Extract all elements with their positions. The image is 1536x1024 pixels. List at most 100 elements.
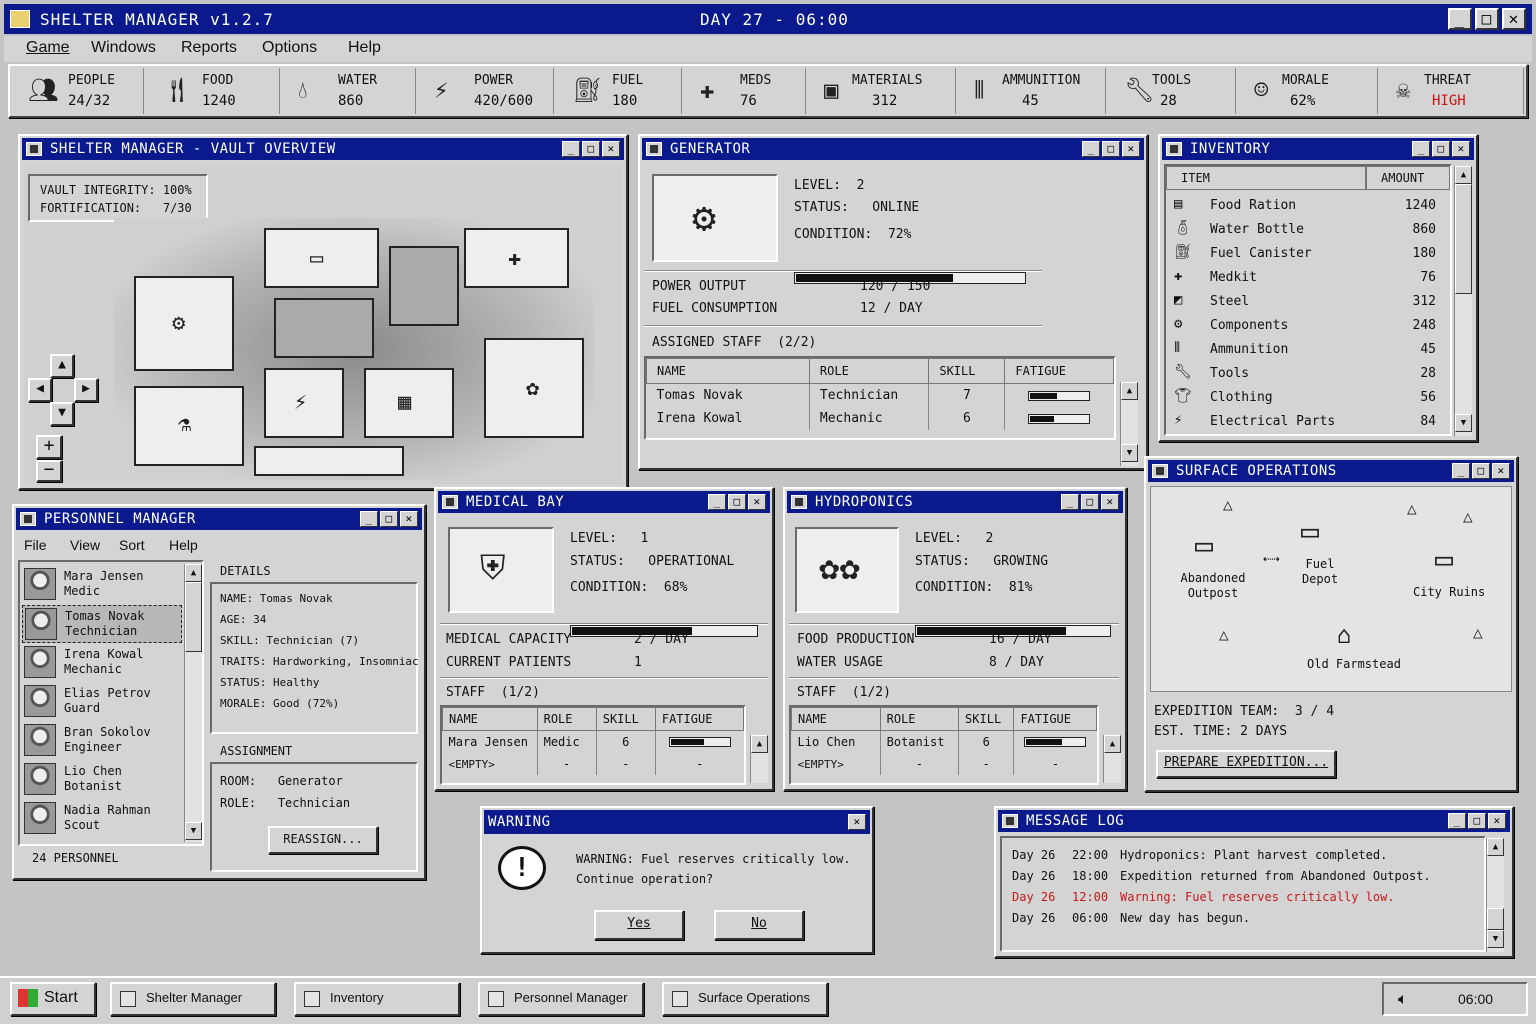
room-lab[interactable]: ⚗ — [134, 386, 244, 466]
yes-button[interactable]: Yes — [594, 910, 684, 940]
inventory-col-amount[interactable]: AMOUNT — [1366, 166, 1450, 190]
personnel-menu-view[interactable]: View — [70, 537, 100, 553]
vault-map[interactable]: ▭ ✚ ⚙ ⚡ ▦ ✿ ⚗ — [114, 218, 594, 480]
inventory-close-button[interactable]: ✕ — [1452, 141, 1470, 157]
personnel-menu-help[interactable]: Help — [169, 537, 198, 553]
personnel-list-item[interactable]: Lio Chen Botanist — [22, 761, 182, 799]
resource-materials[interactable]: ▣ MATERIALS 312 — [808, 68, 956, 114]
column-header[interactable]: FATIGUE — [654, 707, 745, 731]
location-abandoned-outpost[interactable]: Abandoned Outpost — [1157, 571, 1269, 601]
taskbar-item-surface-operations[interactable]: Surface Operations — [662, 982, 828, 1016]
room-storage[interactable] — [389, 246, 459, 326]
pan-left-button[interactable]: ◀ — [28, 378, 52, 402]
list-item[interactable]: 🧴︎ Water Bottle 860 — [1166, 218, 1450, 242]
table-row[interactable]: Irena Kowal Mechanic 6 — [646, 407, 1114, 430]
resource-tools[interactable]: 🔧︎ TOOLS 28 — [1108, 68, 1236, 114]
location-old-farmstead[interactable]: Old Farmstead — [1307, 657, 1401, 671]
room-supply[interactable]: ▦ — [364, 368, 454, 438]
room-infirmary[interactable]: ✚ — [464, 228, 569, 288]
column-header[interactable]: ROLE — [808, 358, 930, 384]
location-city-ruins[interactable]: City Ruins — [1413, 585, 1485, 599]
list-item[interactable]: ⛽︎ Fuel Canister 180 — [1166, 242, 1450, 266]
personnel-list-item[interactable]: Nadia Rahman Scout — [22, 800, 182, 838]
personnel-list-item[interactable]: Elias Petrov Guard — [22, 683, 182, 721]
inventory-maximize-button[interactable]: □ — [1432, 141, 1450, 157]
personnel-list-item[interactable]: Mara Jensen Medic — [22, 566, 182, 604]
generator-close-button[interactable]: ✕ — [1122, 141, 1140, 157]
personnel-maximize-button[interactable]: □ — [380, 511, 398, 527]
speaker-icon[interactable]: 🔈︎ — [1398, 989, 1408, 1009]
scroll-up-icon[interactable]: ▲ — [1487, 838, 1504, 856]
log-scrollbar[interactable]: ▲ ▼ — [1486, 838, 1504, 952]
column-header[interactable]: NAME — [646, 358, 810, 384]
zoom-in-button[interactable]: + — [36, 435, 62, 459]
prepare-expedition-button[interactable]: PREPARE EXPEDITION... — [1156, 750, 1336, 778]
list-item[interactable]: ⚡︎ Electrical Parts 84 — [1166, 410, 1450, 434]
taskbar-item-inventory[interactable]: Inventory — [294, 982, 460, 1016]
scroll-thumb[interactable] — [1455, 184, 1472, 294]
personnel-menu-file[interactable]: File — [24, 537, 47, 553]
generator-maximize-button[interactable]: □ — [1102, 141, 1120, 157]
inventory-col-item[interactable]: ITEM — [1166, 166, 1366, 190]
room-workshop[interactable]: ⚙ — [134, 276, 234, 371]
room-lower-storage[interactable] — [254, 446, 404, 476]
column-header[interactable]: FATIGUE — [1013, 707, 1097, 731]
scroll-thumb[interactable] — [185, 582, 202, 652]
surface-minimize-button[interactable]: _ — [1452, 463, 1470, 479]
resource-fuel[interactable]: ⛽︎ FUEL 180 — [556, 68, 682, 114]
menu-help[interactable]: Help — [348, 39, 381, 57]
menu-reports[interactable]: Reports — [181, 39, 237, 57]
table-row[interactable]: <EMPTY> - - - — [791, 753, 1097, 775]
table-row[interactable]: Mara Jensen Medic 6 — [442, 730, 744, 753]
room-quarters[interactable]: ▭ — [264, 228, 379, 288]
resource-water[interactable]: 💧︎ WATER 860 — [282, 68, 416, 114]
vault-close-button[interactable]: ✕ — [602, 141, 620, 157]
generator-minimize-button[interactable]: _ — [1082, 141, 1100, 157]
table-row[interactable]: Tomas Novak Technician 7 — [646, 383, 1114, 407]
vault-minimize-button[interactable]: _ — [562, 141, 580, 157]
inventory-minimize-button[interactable]: _ — [1412, 141, 1430, 157]
column-header[interactable]: NAME — [791, 707, 881, 731]
column-header[interactable]: ROLE — [536, 707, 597, 731]
pan-up-button[interactable]: ▲ — [50, 354, 74, 378]
medical-close-button[interactable]: ✕ — [748, 494, 766, 510]
scroll-down-icon[interactable]: ▼ — [1121, 444, 1138, 462]
log-maximize-button[interactable]: □ — [1468, 813, 1486, 829]
farmhouse-icon[interactable]: ⌂ — [1337, 623, 1351, 647]
location-fuel-depot[interactable]: Fuel Depot — [1293, 557, 1347, 587]
room-power[interactable]: ⚡ — [264, 368, 344, 438]
taskbar-item-personnel-manager[interactable]: Personnel Manager — [478, 982, 644, 1016]
resource-food[interactable]: 🍴︎ FOOD 1240 — [146, 68, 280, 114]
medical-scrollbar[interactable]: ▲ — [750, 735, 768, 783]
close-button[interactable]: ✕ — [1502, 8, 1526, 30]
hydro-maximize-button[interactable]: □ — [1081, 494, 1099, 510]
zoom-out-button[interactable]: − — [36, 460, 62, 482]
column-header[interactable]: SKILL — [958, 707, 1015, 731]
scroll-up-icon[interactable]: ▲ — [185, 564, 202, 582]
list-item[interactable]: 🔧︎ Tools 28 — [1166, 362, 1450, 386]
personnel-list-item[interactable]: Bran Sokolov Engineer — [22, 722, 182, 760]
resource-power[interactable]: ⚡︎ POWER 420/600 — [418, 68, 554, 114]
menu-windows[interactable]: Windows — [91, 39, 156, 57]
personnel-minimize-button[interactable]: _ — [360, 511, 378, 527]
column-header[interactable]: ROLE — [879, 707, 960, 731]
scroll-up-icon[interactable]: ▲ — [1121, 382, 1138, 400]
folder-icon[interactable]: ▭ — [1435, 545, 1453, 575]
menu-game[interactable]: Game — [26, 39, 70, 57]
scroll-down-icon[interactable]: ▼ — [185, 822, 202, 840]
medical-maximize-button[interactable]: □ — [728, 494, 746, 510]
surface-close-button[interactable]: ✕ — [1492, 463, 1510, 479]
list-item[interactable]: ⚙ Components 248 — [1166, 314, 1450, 338]
start-button[interactable]: Start — [10, 982, 96, 1016]
resource-morale[interactable]: ☺ MORALE 62% — [1238, 68, 1378, 114]
list-item[interactable]: ⦀ Ammunition 45 — [1166, 338, 1450, 362]
resource-ammunition[interactable]: ⦀ AMMUNITION 45 — [958, 68, 1106, 114]
maximize-button[interactable]: □ — [1475, 8, 1499, 30]
generator-scrollbar[interactable]: ▲ ▼ — [1120, 382, 1138, 466]
surface-maximize-button[interactable]: □ — [1472, 463, 1490, 479]
log-minimize-button[interactable]: _ — [1448, 813, 1466, 829]
hydro-scrollbar[interactable]: ▲ — [1103, 735, 1121, 783]
warning-close-button[interactable]: ✕ — [848, 814, 866, 830]
column-header[interactable]: SKILL — [595, 707, 656, 731]
pan-down-button[interactable]: ▼ — [50, 402, 74, 426]
